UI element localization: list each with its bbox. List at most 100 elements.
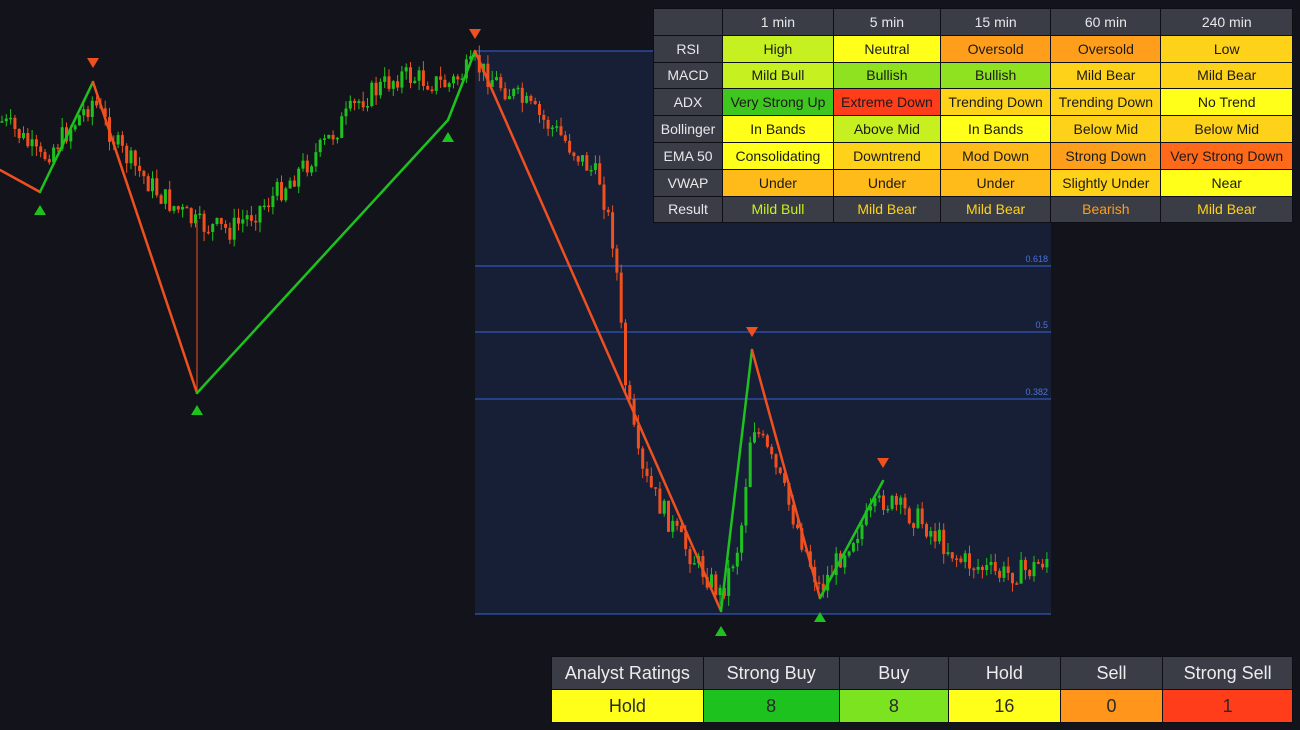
candle-body (301, 160, 305, 169)
candle-body (374, 82, 378, 96)
candle-body (353, 100, 357, 104)
candle-body (305, 160, 309, 173)
candle-body (520, 87, 524, 103)
indicator-cell: High (723, 35, 833, 62)
candle-body (421, 70, 425, 86)
candle-body (985, 565, 989, 570)
candle-body (727, 568, 731, 596)
candle-body (929, 531, 933, 537)
indicator-row-vwap: VWAP Under Under Under Slightly Under Ne… (654, 169, 1292, 196)
candle-body (318, 139, 322, 153)
indicator-cell: Bullish (941, 62, 1051, 89)
candle-body (224, 223, 228, 228)
candle-body (391, 81, 395, 89)
candle-body (525, 95, 529, 103)
swing-low-marker-icon (34, 205, 46, 215)
candle-body (77, 115, 81, 126)
candle-body (125, 145, 129, 164)
candle-body (378, 81, 382, 96)
indicator-cell: Extreme Down (833, 89, 941, 116)
candle-body (963, 553, 967, 563)
candle-body (361, 101, 365, 108)
candle-body (602, 184, 606, 210)
indicator-label: MACD (654, 62, 722, 89)
candle-body (542, 114, 546, 120)
candle-body (13, 117, 17, 130)
candle-body (327, 134, 331, 139)
analyst-ratings-table: Analyst Ratings Strong Buy Buy Hold Sell… (551, 656, 1293, 723)
result-cell: Mild Bear (941, 196, 1051, 223)
candle-body (735, 552, 739, 567)
candle-body (882, 495, 885, 510)
candle-body (611, 212, 615, 249)
swing-low-marker-icon (442, 132, 454, 142)
candle-body (856, 538, 860, 544)
indicator-cell: Downtrend (833, 142, 941, 169)
candle-body (817, 582, 821, 584)
candle-body (404, 67, 408, 72)
candle-body (237, 217, 240, 224)
candle-body (348, 100, 352, 109)
candle-body (335, 137, 339, 140)
candle-body (654, 487, 658, 489)
indicator-cell: Very Strong Down (1161, 142, 1292, 169)
candle-body (778, 467, 782, 474)
candle-body (546, 119, 550, 129)
candle-body (916, 508, 920, 528)
indicator-cell: In Bands (941, 116, 1051, 142)
candle-body (452, 76, 455, 84)
candle-body (903, 497, 907, 509)
candle-body (589, 169, 593, 172)
ratings-header-analyst: Analyst Ratings (552, 657, 703, 689)
candle-body (219, 218, 223, 224)
ratings-value-strong-buy: 8 (703, 690, 839, 722)
candle-body (679, 525, 683, 533)
candle-body (894, 495, 898, 505)
candle-body (765, 435, 769, 447)
zigzag-segment (195, 118, 450, 395)
candle-body (430, 89, 434, 92)
candle-body (920, 508, 924, 525)
candle-body (383, 76, 387, 82)
candle-body (731, 566, 735, 569)
candle-body (495, 77, 498, 81)
candle-body (606, 209, 610, 213)
ratings-header-row: Analyst Ratings Strong Buy Buy Hold Sell… (552, 657, 1292, 689)
candle-body (439, 76, 443, 80)
candle-body (198, 213, 202, 216)
candle-body (860, 524, 864, 539)
candle-body (976, 566, 980, 570)
zigzag-segment (91, 80, 199, 395)
candle-body (718, 587, 722, 596)
candle-body (185, 206, 189, 209)
candle-body (581, 155, 584, 162)
candle-body (331, 134, 335, 140)
candle-body (245, 215, 249, 220)
candle-body (181, 206, 185, 210)
candle-body (593, 163, 597, 170)
indicator-row-result: Result Mild Bull Mild Bear Mild Bear Bea… (654, 196, 1292, 223)
zigzag-segment (446, 49, 477, 122)
indicator-corner-cell (654, 9, 722, 35)
indicator-label: RSI (654, 35, 722, 62)
candle-body (340, 116, 344, 138)
indicator-cell: Under (723, 169, 833, 196)
indicator-cell: Under (833, 169, 941, 196)
candle-body (550, 127, 554, 130)
candle-body (370, 82, 374, 107)
result-cell: Mild Bear (833, 196, 941, 223)
candle-body (159, 195, 163, 204)
candle-body (937, 529, 941, 542)
indicator-row-ema50: EMA 50 Consolidating Downtrend Mod Down … (654, 142, 1292, 169)
candle-body (267, 205, 271, 208)
candle-body (129, 150, 133, 164)
candle-body (215, 218, 219, 225)
candle-body (116, 135, 120, 145)
fib-level-label: 0.618 (1025, 254, 1048, 264)
ratings-header-hold: Hold (949, 657, 1060, 689)
timeframe-header-240m: 240 min (1161, 9, 1292, 35)
indicator-cell: In Bands (723, 116, 833, 142)
indicator-body: RSI High Neutral Oversold Oversold Low M… (654, 35, 1292, 223)
candle-body (1006, 566, 1010, 573)
candle-body (959, 558, 963, 563)
